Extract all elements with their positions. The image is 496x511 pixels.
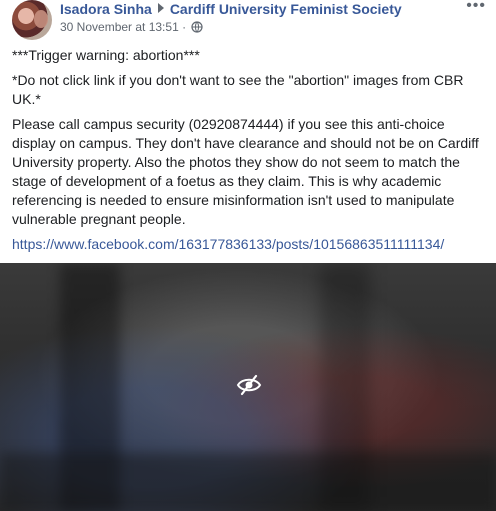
meta-separator: · bbox=[182, 20, 187, 34]
post-content: ***Trigger warning: abortion*** *Do not … bbox=[12, 46, 482, 260]
eye-slash-icon[interactable] bbox=[236, 373, 262, 397]
globe-icon[interactable] bbox=[191, 21, 204, 37]
avatar[interactable] bbox=[12, 0, 52, 40]
group-name-link[interactable]: Cardiff University Feminist Society bbox=[170, 1, 402, 17]
blur-shape bbox=[0, 453, 496, 511]
body-paragraph: Please call campus security (02920874444… bbox=[12, 116, 479, 227]
hidden-media[interactable] bbox=[0, 263, 496, 511]
post-link[interactable]: https://www.facebook.com/163177836133/po… bbox=[12, 236, 444, 252]
trigger-warning-text: ***Trigger warning: abortion*** bbox=[12, 47, 200, 63]
post-header: Isadora Sinha Cardiff University Feminist… bbox=[0, 0, 496, 42]
author-line: Isadora Sinha Cardiff University Feminist… bbox=[60, 0, 402, 18]
author-name-link[interactable]: Isadora Sinha bbox=[60, 1, 152, 17]
more-icon[interactable]: ••• bbox=[466, 0, 486, 14]
arrow-right-icon bbox=[157, 3, 164, 13]
post-meta: 30 November at 13:51 · bbox=[60, 19, 204, 37]
timestamp[interactable]: 30 November at 13:51 bbox=[60, 20, 179, 34]
note-text: *Do not click link if you don't want to … bbox=[12, 72, 464, 107]
